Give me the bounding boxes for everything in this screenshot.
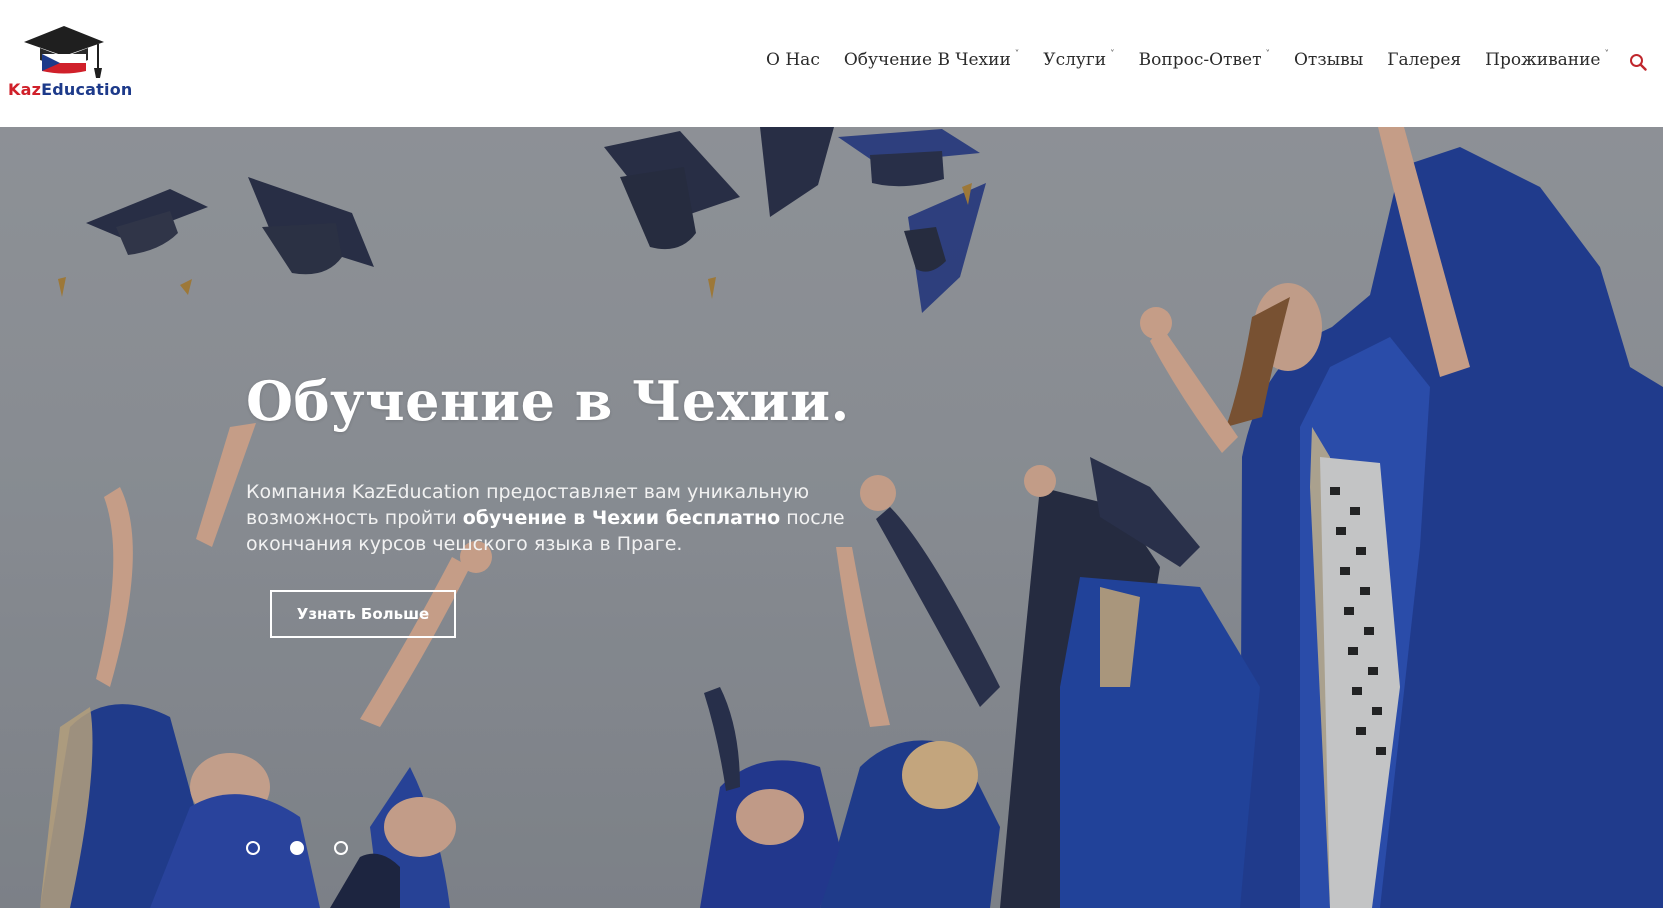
nav-item-label: Галерея: [1387, 50, 1462, 70]
graduation-cap-flag-icon: [24, 26, 104, 78]
hero-text-bold: обучение в Чехии бесплатно: [462, 507, 781, 529]
nav-item-gallery[interactable]: Галерея: [1387, 50, 1461, 70]
nav-item-accommodation[interactable]: Проживание ˅: [1485, 50, 1609, 70]
nav-item-study-in-czechia[interactable]: Обучение В Чехии ˅: [844, 50, 1019, 70]
nav-item-label: Вопрос-Ответ: [1138, 50, 1262, 70]
nav-item-label: Обучение В Чехии: [843, 50, 1011, 70]
chevron-down-icon: ˅: [1014, 50, 1020, 60]
nav-item-label: Отзывы: [1293, 50, 1364, 70]
logo-education: Education: [41, 80, 133, 99]
nav-item-label: О Нас: [766, 50, 820, 70]
main-nav: О Нас Обучение В Чехии ˅ Услуги ˅ Вопрос…: [766, 50, 1609, 70]
site-logo[interactable]: KazEducation: [8, 24, 132, 104]
learn-more-button[interactable]: Узнать Больше: [270, 590, 456, 638]
hero-description: Компания KazEducation предоставляет вам …: [246, 479, 946, 557]
site-header: KazEducation О Нас Обучение В Чехии ˅ Ус…: [0, 0, 1663, 127]
slider-pagination: [246, 841, 348, 855]
slider-dot-3[interactable]: [334, 841, 348, 855]
chevron-down-icon: ˅: [1265, 50, 1270, 60]
chevron-down-icon: ˅: [1110, 50, 1115, 60]
search-icon[interactable]: [1629, 53, 1647, 71]
nav-item-reviews[interactable]: Отзывы: [1294, 50, 1363, 70]
logo-wordmark: KazEducation: [8, 80, 132, 99]
nav-item-about[interactable]: О Нас: [766, 50, 820, 70]
nav-item-services[interactable]: Услуги ˅: [1043, 50, 1114, 70]
chevron-down-icon: ˅: [1604, 50, 1610, 60]
nav-item-faq[interactable]: Вопрос-Ответ ˅: [1139, 50, 1270, 70]
hero-title: Обучение в Чехии.: [246, 369, 850, 434]
hero-slider: Обучение в Чехии. Компания KazEducation …: [0, 127, 1663, 908]
nav-item-label: Услуги: [1043, 50, 1107, 70]
nav-item-label: Проживание: [1485, 50, 1601, 70]
logo-kaz: Kaz: [8, 80, 42, 99]
slider-dot-2[interactable]: [290, 841, 304, 855]
slider-dot-1[interactable]: [246, 841, 260, 855]
